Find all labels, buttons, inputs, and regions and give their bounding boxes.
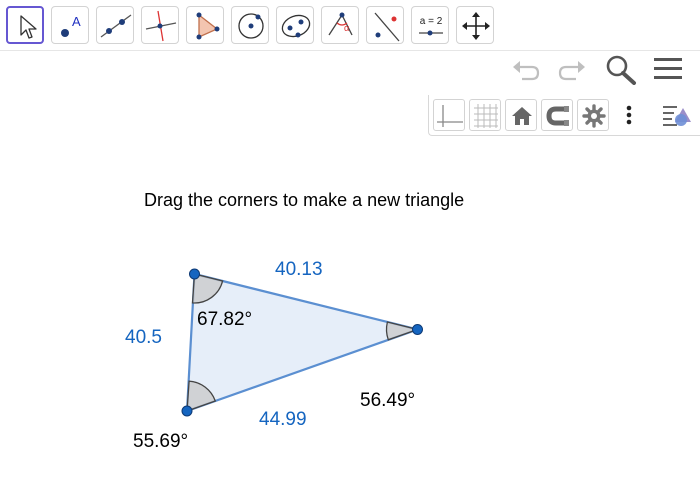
reflect-about-line-icon — [374, 12, 400, 42]
svg-text:α: α — [344, 23, 349, 33]
line-icon — [100, 14, 132, 38]
circle-tool-button[interactable] — [231, 6, 269, 44]
side-length-top: 40.13 — [275, 259, 323, 280]
triangle-polygon — [185, 272, 419, 413]
polygon-icon — [196, 12, 220, 40]
angle-label-right: 56.49° — [360, 390, 415, 411]
point-capturing-button[interactable] — [541, 99, 573, 131]
slider-tool-button[interactable]: a = 2 — [411, 6, 449, 44]
circle-center-point-icon — [238, 13, 264, 39]
search-icon[interactable] — [604, 53, 638, 85]
angle-icon: α — [328, 12, 353, 36]
toggle-style-bar-icon[interactable] — [659, 100, 695, 130]
svg-text:A: A — [72, 14, 81, 29]
graphics-style-bar — [428, 95, 700, 136]
ellipse-tool-button[interactable] — [276, 6, 314, 44]
angle-label-bottom-left: 55.69° — [133, 431, 188, 452]
slider-icon: a = 2 — [419, 16, 443, 36]
graphics-view: 40.13 40.5 44.99 67.82° 56.49° 55.69° — [125, 259, 423, 452]
side-length-left: 40.5 — [125, 327, 162, 348]
vertex-point-a[interactable] — [189, 268, 200, 280]
point-icon: A — [61, 14, 81, 37]
vertex-point-c[interactable] — [181, 405, 193, 417]
more-vertical-icon[interactable] — [617, 101, 641, 129]
ellipse-icon — [281, 14, 311, 38]
standard-view-button[interactable] — [505, 99, 537, 131]
toolbar: A α a = 2 — [0, 0, 700, 51]
line-tool-button[interactable] — [96, 6, 134, 44]
svg-text:a = 2: a = 2 — [420, 16, 443, 27]
home-icon — [512, 107, 532, 125]
point-tool-button[interactable]: A — [51, 6, 89, 44]
grid-icon — [474, 104, 498, 128]
move-graphics-view-icon — [462, 12, 490, 40]
angle-tool-button[interactable]: α — [321, 6, 359, 44]
angle-label-top-left: 67.82° — [197, 309, 252, 330]
angle-arc-bottom-left — [186, 380, 217, 412]
redo-icon[interactable] — [556, 55, 588, 83]
settings-icon — [582, 104, 606, 128]
axes-icon — [437, 105, 463, 127]
perpendicular-line-icon — [145, 10, 177, 42]
graphics-settings-button[interactable] — [577, 99, 609, 131]
perpendicular-line-tool-button[interactable] — [141, 6, 179, 44]
instruction-text: Drag the corners to make a new triangle — [144, 190, 465, 210]
magnet-icon — [546, 106, 569, 126]
toggle-axes-button[interactable] — [433, 99, 465, 131]
move-arrow-icon — [20, 15, 37, 39]
side-length-bottom: 44.99 — [259, 409, 307, 430]
vertex-point-b[interactable] — [412, 324, 423, 335]
move-graphics-view-tool-button[interactable] — [456, 6, 494, 44]
toggle-grid-button[interactable] — [469, 99, 501, 131]
reflect-tool-button[interactable] — [366, 6, 404, 44]
move-tool-button[interactable] — [6, 6, 44, 44]
polygon-tool-button[interactable] — [186, 6, 224, 44]
undo-icon[interactable] — [510, 55, 542, 83]
menu-icon[interactable] — [652, 55, 684, 83]
